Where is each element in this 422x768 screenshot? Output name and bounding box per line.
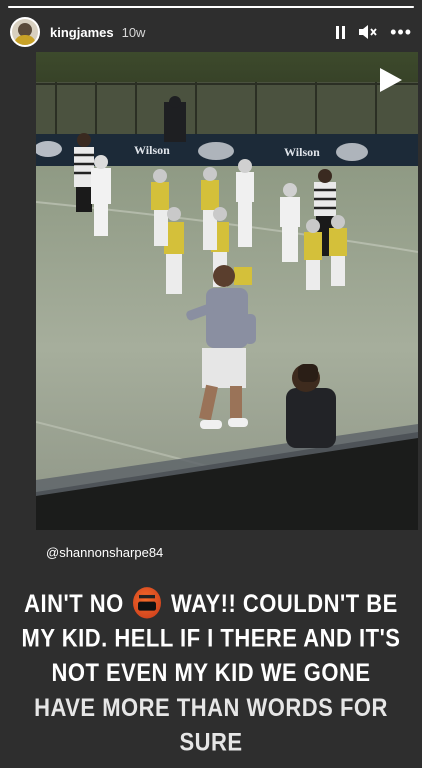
story-viewer: kingjames 10w ••• Wilson Wilson @shannon… — [0, 0, 422, 768]
sponsor-logo: Wilson — [134, 143, 170, 157]
video-frame: Wilson Wilson — [36, 52, 418, 530]
video-player[interactable]: Wilson Wilson — [36, 52, 418, 530]
avatar[interactable] — [10, 17, 40, 47]
story-progress-fill — [8, 6, 414, 8]
pause-icon[interactable] — [334, 22, 346, 42]
username[interactable]: kingjames — [50, 25, 114, 40]
caption-line-3: NOT EVEN MY KID WE GONE — [51, 658, 371, 687]
story-header: kingjames 10w ••• — [0, 14, 422, 50]
header-controls: ••• — [334, 22, 412, 42]
mention-sticker[interactable]: @shannonsharpe84 — [46, 545, 163, 560]
caption-line-5: SURE — [179, 728, 243, 757]
story-progress-bar — [8, 6, 414, 8]
speaker-mute-icon[interactable] — [358, 22, 378, 42]
story-caption: AIN'T NO WAY!! COULDN'T BE MY KID. HELL … — [20, 586, 402, 760]
caption-line-4: HAVE MORE THAN WORDS FOR — [34, 693, 388, 722]
more-options-icon[interactable]: ••• — [390, 22, 412, 42]
post-time: 10w — [121, 24, 146, 40]
caption-line-1: AIN'T NO WAY!! COULDN'T BE — [20, 586, 402, 621]
play-icon[interactable] — [380, 68, 402, 92]
sponsor-logo-2: Wilson — [284, 145, 320, 159]
caption-line-2: MY KID. HELL IF I THERE AND IT'S — [21, 624, 401, 653]
cursing-face-emoji — [133, 587, 162, 619]
